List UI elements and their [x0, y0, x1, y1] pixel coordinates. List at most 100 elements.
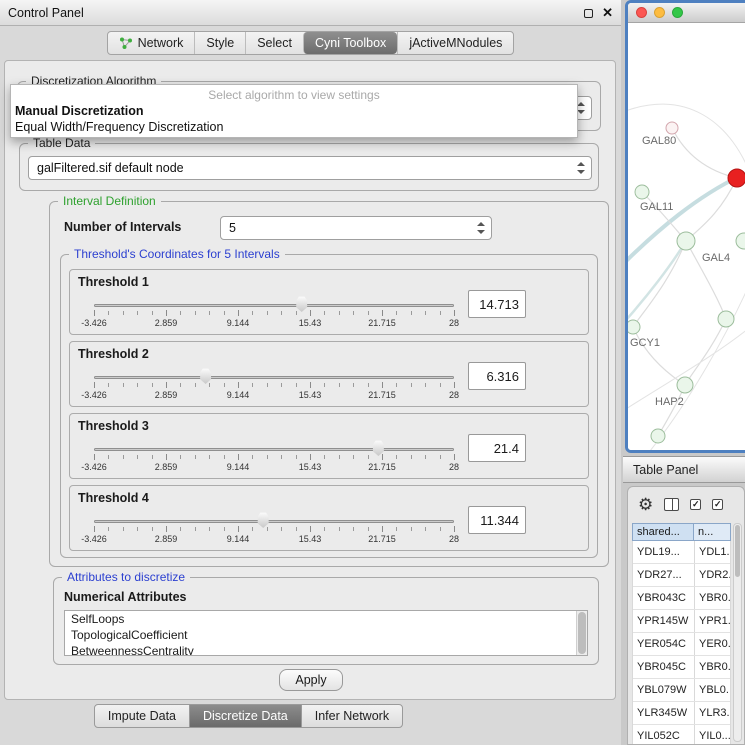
- tab-label: Cyni Toolbox: [315, 36, 386, 50]
- slider-track[interactable]: [94, 520, 454, 523]
- table-row[interactable]: YBL079WYBL0...: [633, 679, 730, 702]
- network-node-green[interactable]: [736, 233, 745, 249]
- table-row[interactable]: YLR345WYLR3...: [633, 702, 730, 725]
- dropdown-placeholder-option[interactable]: Select algorithm to view settings: [11, 87, 577, 103]
- slider-thumb[interactable]: [199, 368, 212, 384]
- scrollbar-thumb[interactable]: [578, 612, 586, 654]
- column-header-1[interactable]: shared...: [632, 523, 694, 541]
- table-scrollbar[interactable]: [733, 523, 742, 742]
- dropdown-option-manual-discretization[interactable]: Manual Discretization: [11, 103, 577, 119]
- close-traffic-light-icon[interactable]: [636, 7, 647, 18]
- combo-spinner-icon[interactable]: [577, 102, 585, 114]
- slider-scale-label: 28: [449, 318, 459, 328]
- attribute-list-item[interactable]: BetweennessCentrality: [65, 643, 587, 656]
- tab-label: jActiveMNodules: [409, 36, 502, 50]
- tab-style[interactable]: Style: [194, 32, 245, 54]
- network-edge: [685, 319, 726, 385]
- table-row[interactable]: YER054CYER0...: [633, 633, 730, 656]
- column-header-2[interactable]: n...: [694, 523, 731, 541]
- network-node-green[interactable]: [677, 232, 695, 250]
- attribute-list-item[interactable]: SelfLoops: [65, 611, 587, 627]
- attribute-list-item[interactable]: TopologicalCoefficient: [65, 627, 587, 643]
- slider-scale-label: -3.426: [81, 318, 107, 328]
- slider-thumb[interactable]: [257, 512, 270, 528]
- threshold-slider[interactable]: -3.4262.8599.14415.4321.71528: [88, 510, 460, 550]
- float-window-icon[interactable]: [584, 9, 593, 18]
- tab-select[interactable]: Select: [245, 32, 303, 54]
- apply-button[interactable]: Apply: [279, 669, 343, 691]
- threshold-label: Threshold 3: [78, 419, 149, 433]
- slider-scale-label: 2.859: [155, 462, 178, 472]
- table-row[interactable]: YDL19...YDL1...: [633, 541, 730, 564]
- tab-cyni-toolbox[interactable]: Cyni Toolbox: [303, 32, 397, 54]
- table-data-group-title: Table Data: [28, 136, 95, 151]
- table-row[interactable]: YBR043CYBR0...: [633, 587, 730, 610]
- minimize-traffic-light-icon[interactable]: [654, 7, 665, 18]
- table-row[interactable]: YIL052CYIL0...: [633, 725, 730, 744]
- threshold-slider[interactable]: -3.4262.8599.14415.4321.71528: [88, 366, 460, 406]
- network-canvas[interactable]: GAL80GAL11GAL4GCY1HAP2: [628, 24, 745, 450]
- window-buttons: ✕: [584, 0, 613, 26]
- table-data-combo[interactable]: galFiltered.sif default node: [28, 156, 592, 180]
- threshold-slider[interactable]: -3.4262.8599.14415.4321.71528: [88, 438, 460, 478]
- slider-scale-label: 9.144: [227, 534, 250, 544]
- bottom-tab-impute-data[interactable]: Impute Data: [94, 704, 190, 728]
- table-row[interactable]: YPR145WYPR1...: [633, 610, 730, 633]
- network-node-red[interactable]: [728, 169, 745, 187]
- algorithm-dropdown-popup: Select algorithm to view settings Manual…: [10, 84, 578, 138]
- threshold-label: Threshold 4: [78, 491, 149, 505]
- network-node-green[interactable]: [635, 185, 649, 199]
- table-panel-window: ⚙ ✓ ✓ shared...n... YDL19...YDL1...YDR27…: [627, 486, 745, 745]
- attributes-list-scrollbar[interactable]: [576, 611, 587, 655]
- tab-jactivemnodules[interactable]: jActiveMNodules: [397, 32, 513, 54]
- slider-track[interactable]: [94, 304, 454, 307]
- cell-shared-name: YPR145W: [633, 610, 695, 632]
- network-node-green[interactable]: [677, 377, 693, 393]
- tab-label: Style: [206, 36, 234, 50]
- network-node-green[interactable]: [628, 320, 640, 334]
- table-header-row: shared...n...: [632, 523, 731, 541]
- gear-icon[interactable]: ⚙: [638, 496, 653, 513]
- slider-scale-label: 15.43: [299, 390, 322, 400]
- dropdown-option-equal-width[interactable]: Equal Width/Frequency Discretization: [11, 119, 577, 135]
- slider-scale-label: -3.426: [81, 534, 107, 544]
- combo-spinner-icon[interactable]: [577, 162, 585, 174]
- network-window-titlebar: [628, 3, 745, 23]
- table-row[interactable]: YDR27...YDR2...: [633, 564, 730, 587]
- number-of-intervals-combo[interactable]: 5: [220, 216, 492, 240]
- slider-track[interactable]: [94, 448, 454, 451]
- slider-scale-label: 9.144: [227, 462, 250, 472]
- bottom-tab-infer-network[interactable]: Infer Network: [301, 704, 403, 728]
- slider-track[interactable]: [94, 376, 454, 379]
- combo-spinner-icon[interactable]: [477, 222, 485, 234]
- select-rows-checkbox-icon[interactable]: ✓: [712, 499, 723, 510]
- threshold-slider[interactable]: -3.4262.8599.14415.4321.71528: [88, 294, 460, 334]
- network-node-pink[interactable]: [666, 122, 678, 134]
- slider-thumb[interactable]: [295, 296, 308, 312]
- scrollbar-thumb[interactable]: [735, 525, 740, 577]
- tab-network[interactable]: Network: [108, 32, 195, 54]
- network-edge: [646, 274, 745, 450]
- cell-name: YBR0...: [695, 656, 730, 678]
- threshold-block-4: Threshold 4 -3.4262.8599.14415.4321.71528…: [69, 485, 589, 551]
- threshold-value-field[interactable]: 14.713: [468, 290, 526, 318]
- threshold-value-field[interactable]: 21.4: [468, 434, 526, 462]
- network-edge: [686, 178, 737, 241]
- cell-shared-name: YBR045C: [633, 656, 695, 678]
- network-edge: [672, 128, 737, 178]
- control-panel-tab-strip: Network Style Select Cyni Toolbox jActiveMNo…: [0, 31, 621, 55]
- numerical-attributes-list[interactable]: SelfLoopsTopologicalCoefficientBetweenne…: [64, 610, 588, 656]
- threshold-value-field[interactable]: 11.344: [468, 506, 526, 534]
- columns-icon[interactable]: [664, 498, 679, 511]
- table-row[interactable]: YBR045CYBR0...: [633, 656, 730, 679]
- bottom-tab-discretize-data[interactable]: Discretize Data: [189, 704, 302, 728]
- cell-name: YBL0...: [695, 679, 730, 701]
- zoom-traffic-light-icon[interactable]: [672, 7, 683, 18]
- select-columns-checkbox-icon[interactable]: ✓: [690, 499, 701, 510]
- threshold-value-field[interactable]: 6.316: [468, 362, 526, 390]
- attributes-group-title: Attributes to discretize: [62, 570, 190, 585]
- network-node-green[interactable]: [651, 429, 665, 443]
- screen: Control Panel ✕ NetworkStyleSelectCyni T…: [0, 0, 745, 745]
- network-node-green[interactable]: [718, 311, 734, 327]
- close-window-icon[interactable]: ✕: [602, 0, 613, 26]
